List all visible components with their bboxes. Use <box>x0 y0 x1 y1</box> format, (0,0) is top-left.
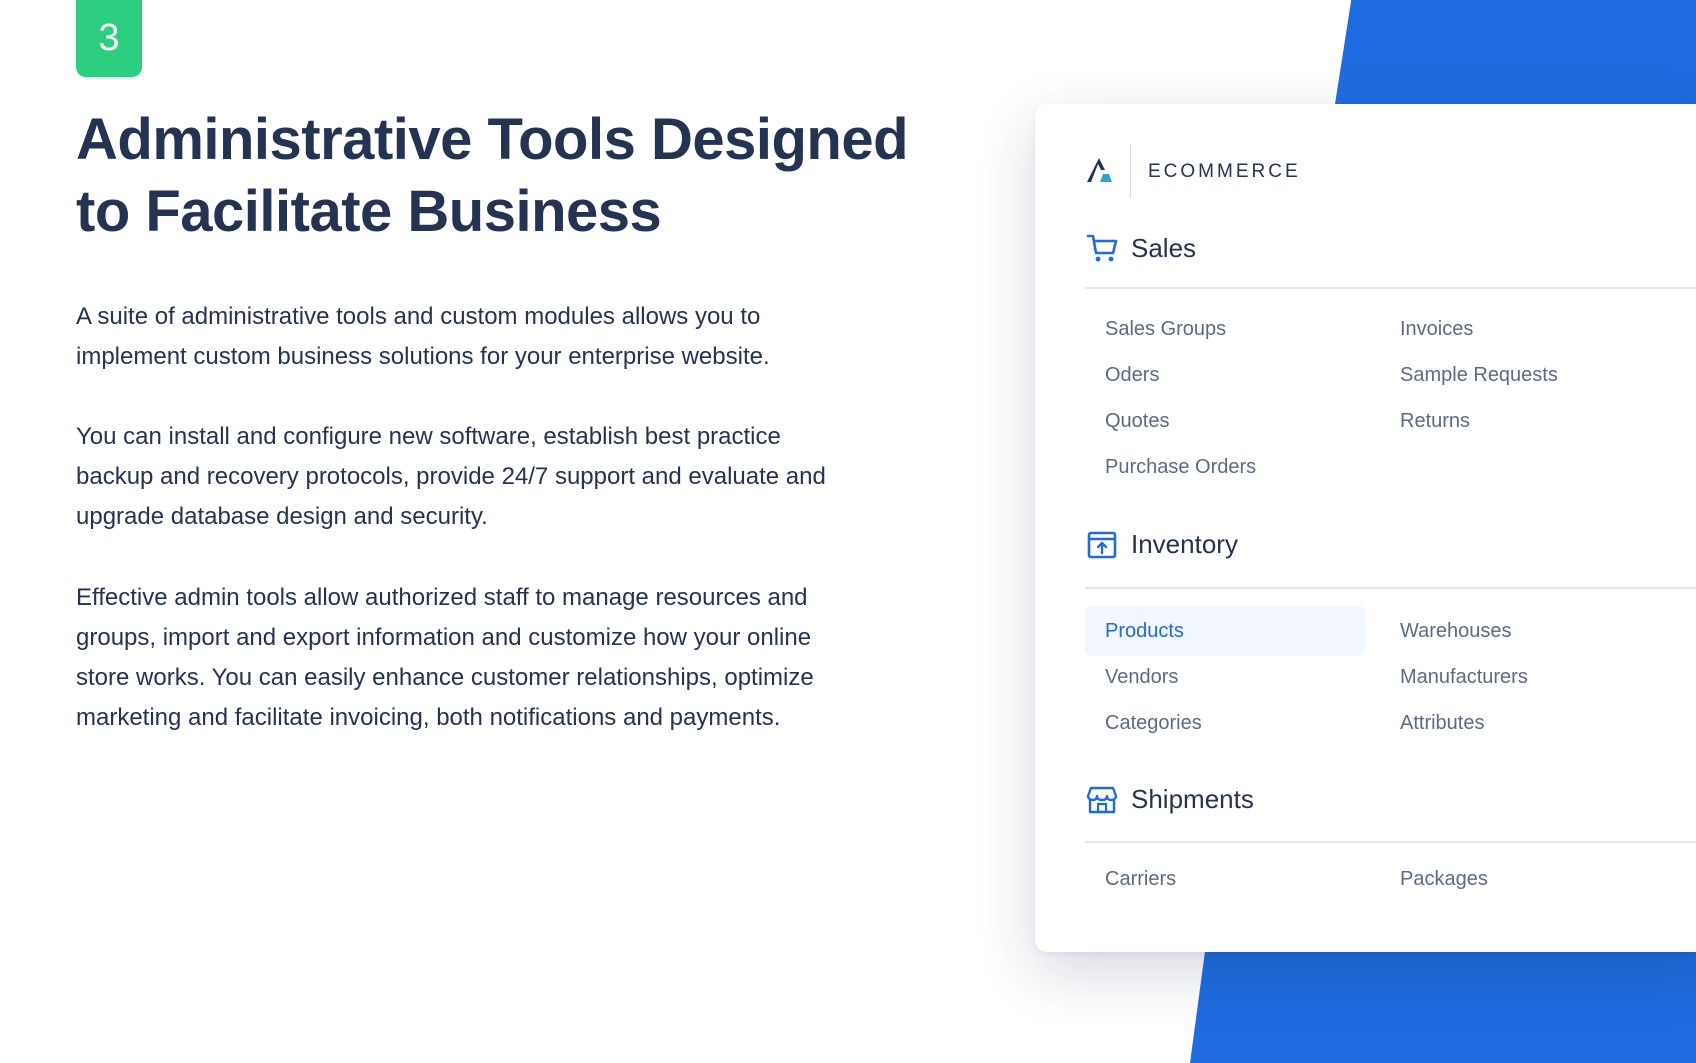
decorative-blue-shape-bottom <box>1190 950 1696 1063</box>
link-returns[interactable]: Returns <box>1380 396 1660 446</box>
shopping-cart-icon <box>1086 234 1118 262</box>
admin-tools-paragraph: Effective admin tools allow authorized s… <box>76 584 814 731</box>
headline-line-2: to Facilitate Business <box>76 179 662 244</box>
intro-paragraph: A suite of administrative tools and cust… <box>76 303 770 370</box>
link-vendors[interactable]: Vendors <box>1085 652 1365 702</box>
link-packages[interactable]: Packages <box>1380 854 1660 904</box>
link-oders[interactable]: Oders <box>1085 350 1365 400</box>
logo-divider <box>1130 144 1131 198</box>
ecommerce-admin-panel: ECOMMERCE Sales Sales Groups Invoices Od… <box>1035 104 1696 952</box>
inventory-box-icon <box>1087 531 1117 559</box>
sales-section-title: Sales <box>1131 232 1197 263</box>
link-categories[interactable]: Categories <box>1085 698 1365 748</box>
brand-name: ECOMMERCE <box>1148 161 1301 182</box>
shipments-divider <box>1085 841 1696 843</box>
link-sales-groups[interactable]: Sales Groups <box>1085 304 1365 354</box>
sales-divider <box>1085 287 1696 289</box>
install-paragraph: You can install and configure new softwa… <box>76 423 826 530</box>
headline-line-1: Administrative Tools Designed <box>76 107 909 172</box>
page-headline: Administrative Tools Designed to Facilit… <box>76 104 936 248</box>
link-invoices[interactable]: Invoices <box>1380 304 1660 354</box>
link-warehouses[interactable]: Warehouses <box>1380 606 1660 656</box>
link-attributes[interactable]: Attributes <box>1380 698 1660 748</box>
mountain-logo-icon <box>1087 158 1112 182</box>
link-carriers[interactable]: Carriers <box>1085 854 1365 904</box>
inventory-divider <box>1085 587 1696 589</box>
shipments-section-title: Shipments <box>1131 783 1254 814</box>
step-badge: 3 <box>76 0 142 77</box>
storefront-icon <box>1086 786 1118 814</box>
sales-section-header[interactable]: Sales <box>1085 231 1196 265</box>
link-manufacturers[interactable]: Manufacturers <box>1380 652 1660 702</box>
link-quotes[interactable]: Quotes <box>1085 396 1365 446</box>
inventory-section-title: Inventory <box>1131 528 1238 559</box>
inventory-section-header[interactable]: Inventory <box>1085 527 1238 561</box>
shipments-section-header[interactable]: Shipments <box>1085 782 1254 816</box>
link-products[interactable]: Products <box>1085 606 1365 656</box>
decorative-blue-shape-top <box>1335 0 1696 104</box>
link-purchase-orders[interactable]: Purchase Orders <box>1085 442 1365 492</box>
link-sample-requests[interactable]: Sample Requests <box>1380 350 1660 400</box>
